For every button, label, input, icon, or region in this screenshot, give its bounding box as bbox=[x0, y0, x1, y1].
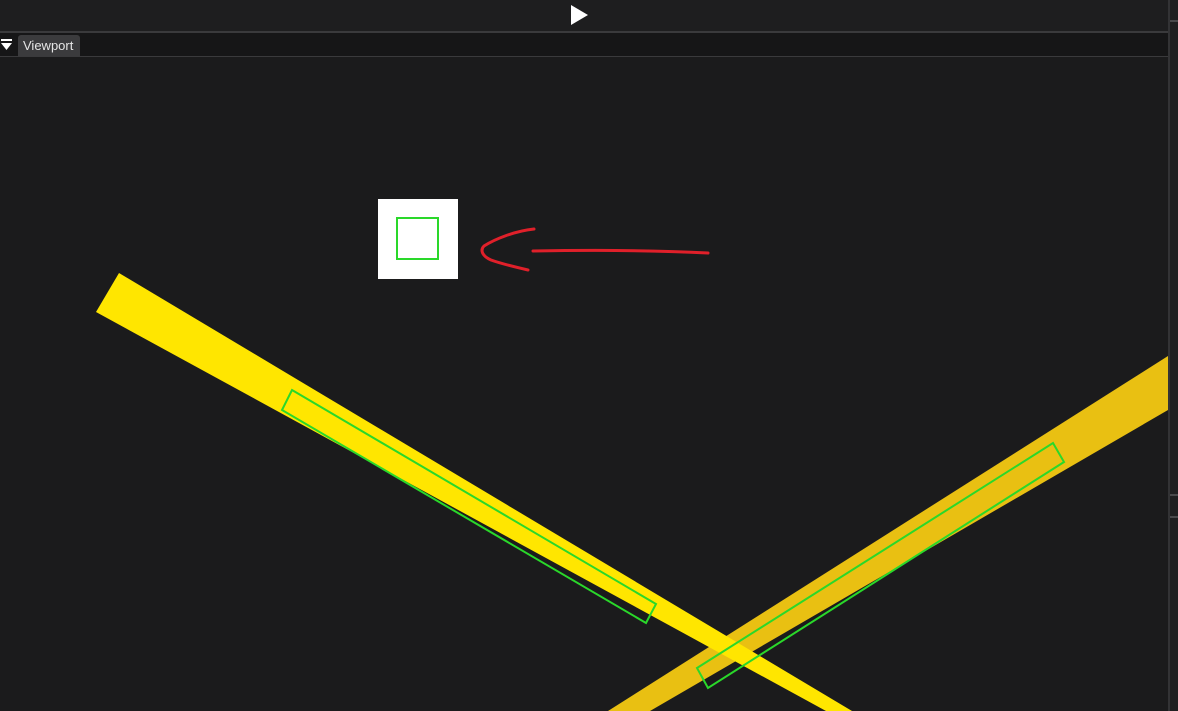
editor-window: Viewport bbox=[0, 0, 1178, 711]
yellow-bar-left[interactable] bbox=[96, 273, 852, 711]
top-toolbar bbox=[0, 0, 1168, 33]
dropdown-menu-icon bbox=[1, 39, 12, 50]
play-button[interactable] bbox=[568, 4, 590, 26]
play-icon bbox=[571, 5, 588, 25]
right-panel-edge[interactable] bbox=[1168, 0, 1178, 711]
red-arrow-annotation bbox=[480, 227, 710, 272]
panel-resize-handle[interactable] bbox=[1170, 494, 1178, 518]
tab-bar: Viewport bbox=[0, 33, 1168, 57]
white-square-sprite[interactable] bbox=[378, 199, 458, 279]
yellow-bar-right[interactable] bbox=[608, 356, 1168, 711]
tab-menu-button[interactable] bbox=[0, 36, 14, 53]
viewport-canvas[interactable] bbox=[0, 57, 1168, 711]
tab-viewport[interactable]: Viewport bbox=[18, 35, 81, 56]
panel-edge-marker bbox=[1170, 20, 1178, 22]
viewport-scene bbox=[96, 199, 1168, 711]
